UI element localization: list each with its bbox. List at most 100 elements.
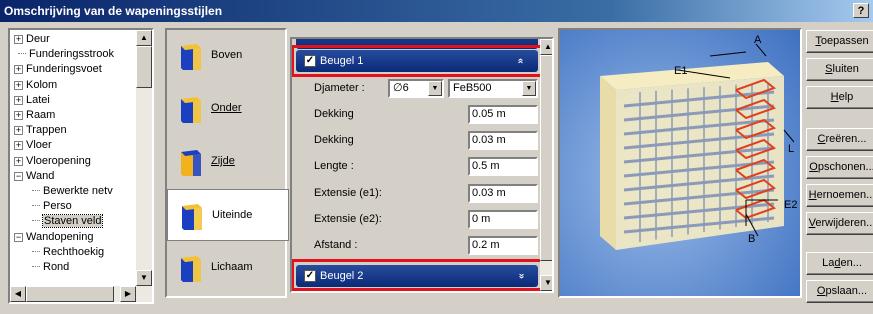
block-icon (181, 256, 201, 282)
category-zijde[interactable]: Zijde (167, 136, 289, 188)
button-help[interactable]: Help (806, 86, 873, 109)
tree-item-label: Raam (26, 109, 56, 121)
property-value-field[interactable]: 0.03 m (468, 183, 538, 203)
rebar-illustration: A E1 L E2 B (560, 30, 800, 296)
button-creëren[interactable]: Creëren... (806, 128, 873, 151)
dim-label-e1: E1 (674, 65, 687, 77)
help-title-button[interactable]: ? (853, 3, 869, 18)
tree-vertical-scrollbar[interactable]: ▲ ▼ (136, 30, 152, 286)
diameter-value: ∅6 (393, 82, 409, 94)
category-label: Zijde (211, 155, 235, 167)
property-row: Dekking 0.05 m (292, 103, 540, 127)
property-value-field[interactable]: 0.2 m (468, 236, 538, 255)
block-icon (181, 97, 201, 123)
tree-item[interactable]: + Trappen (14, 123, 67, 138)
expand-icon[interactable]: + (14, 80, 23, 90)
property-label: Lengte : (314, 160, 354, 173)
property-label: Dekking (314, 134, 354, 147)
category-lichaam[interactable]: Lichaam (167, 242, 289, 294)
expand-icon[interactable]: + (14, 141, 23, 151)
collapse-icon[interactable]: − (14, 171, 23, 181)
scroll-left-icon[interactable]: ◀ (10, 286, 26, 302)
property-label: Extensie (e1): (314, 186, 382, 199)
diameter-select[interactable]: ∅6 ▼ (388, 79, 444, 98)
tree-item[interactable]: + Vloeropening (14, 154, 91, 169)
tree-item[interactable]: Funderingsstrook (14, 47, 114, 62)
category-label: Uiteinde (212, 209, 253, 221)
tree-item[interactable]: Rond (32, 260, 69, 275)
tree-item[interactable]: + Vloer (14, 138, 52, 153)
expand-icon[interactable]: + (14, 111, 23, 120)
block-icon (181, 150, 201, 176)
tree-item[interactable]: Staven veld (32, 214, 104, 229)
tree-hscroll-thumb[interactable] (26, 286, 114, 302)
tree-item[interactable]: + Deur (14, 32, 50, 47)
tree-scroll-thumb[interactable] (136, 46, 152, 88)
tree-item-label: Vloer (26, 139, 52, 152)
scroll-up-icon[interactable]: ▲ (540, 39, 552, 55)
highlight-frame-2 (292, 259, 543, 291)
category-label: Lichaam (211, 261, 253, 273)
tree-item[interactable]: Rechthoekig (32, 245, 104, 260)
diameter-label: Djameter : (314, 82, 365, 94)
dropdown-arrow-icon[interactable]: ▼ (522, 81, 536, 96)
scroll-down-icon[interactable]: ▼ (136, 270, 152, 286)
category-label: Onder (211, 102, 242, 114)
tree-item-label: Deur (26, 33, 50, 45)
scroll-down-icon[interactable]: ▼ (540, 275, 552, 291)
tree-connector (32, 250, 40, 252)
block-icon (181, 44, 201, 70)
steel-grade-select[interactable]: FeB500 ▼ (448, 79, 538, 98)
button-toepassen[interactable]: Toepassen (806, 30, 873, 53)
button-sluiten[interactable]: Sluiten (806, 58, 873, 81)
tree-item-label: Vloeropening (26, 154, 91, 167)
tree-item[interactable]: + Raam (14, 108, 55, 123)
tree-connector (32, 205, 40, 207)
tree-item-label: Bewerkte netv (43, 185, 113, 197)
tree-horizontal-scrollbar[interactable]: ◀ ▶ (10, 286, 152, 302)
tree-connector (32, 220, 40, 222)
scroll-up-icon[interactable]: ▲ (136, 30, 152, 46)
tree-connector (32, 190, 40, 191)
dim-label-b: B (748, 233, 755, 245)
tree-item[interactable]: + Latei (14, 93, 50, 108)
tree-item-label: Rechthoekig (43, 245, 105, 258)
category-onder[interactable]: Onder (167, 83, 289, 135)
tree-item[interactable]: Bewerkte netv (32, 184, 113, 199)
property-label: Extensie (e2): (314, 212, 382, 225)
expand-icon[interactable]: + (14, 156, 23, 166)
button-hernoemen[interactable]: Hernoemen... (806, 184, 873, 207)
diameter-row: Djameter : ∅6 ▼ FeB500 ▼ (292, 77, 540, 101)
title-bar: Omschrijving van de wapeningsstijlen ? (0, 0, 873, 22)
property-row: Extensie (e1): 0.03 m (292, 182, 540, 206)
category-uiteinde[interactable]: Uiteinde (167, 189, 289, 241)
dropdown-arrow-icon[interactable]: ▼ (428, 81, 442, 96)
tree-item-label: Latei (26, 93, 50, 106)
rebar-preview: A E1 L E2 B (558, 28, 802, 298)
scroll-right-icon[interactable]: ▶ (120, 286, 136, 302)
property-value-field[interactable]: 0 m (468, 209, 538, 229)
tree-item[interactable]: − Wandopening (14, 230, 93, 245)
tree-item[interactable]: Perso (32, 199, 72, 214)
category-boven[interactable]: Boven (167, 30, 289, 82)
property-value-field[interactable]: 0.03 m (468, 131, 538, 151)
tree-item[interactable]: + Kolom (14, 78, 57, 93)
button-opschonen[interactable]: Opschonen... (806, 156, 873, 179)
expand-icon[interactable]: + (14, 126, 23, 136)
tree-connector (32, 266, 40, 267)
property-value-field[interactable]: 0.05 m (468, 105, 538, 124)
collapse-icon[interactable]: − (14, 232, 23, 242)
window-title: Omschrijving van de wapeningsstijlen (4, 4, 223, 18)
panel-scroll-thumb[interactable] (540, 55, 552, 261)
expand-icon[interactable]: + (14, 65, 23, 75)
expand-icon[interactable]: + (14, 35, 23, 44)
button-verwijderen[interactable]: Verwijderen... (806, 212, 873, 235)
button-opslaan[interactable]: Opslaan... (806, 280, 873, 303)
property-value-field[interactable]: 0.5 m (468, 157, 538, 177)
tree-item[interactable]: − Wand (14, 169, 54, 184)
tree-item[interactable]: + Funderingsvoet (14, 62, 102, 77)
expand-icon[interactable]: + (14, 95, 23, 105)
button-laden[interactable]: Laden... (806, 252, 873, 275)
style-tree[interactable]: + Deur Funderingsstrook + Funderingsvoet + Kol… (8, 28, 154, 304)
panel-scrollbar[interactable]: ▲ ▼ (540, 39, 552, 291)
